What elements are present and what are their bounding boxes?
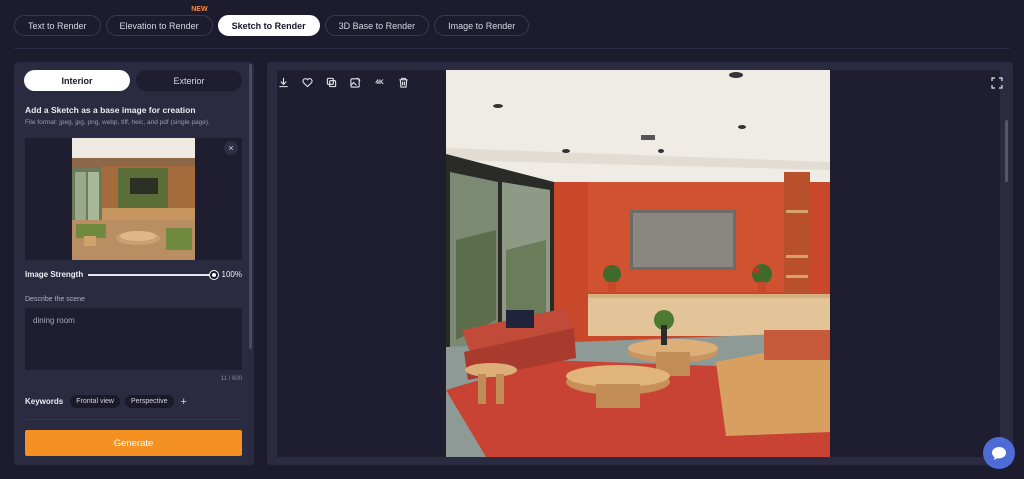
interior-button[interactable]: Interior (24, 70, 130, 91)
trash-icon[interactable] (397, 76, 410, 89)
tab-label: Elevation to Render (119, 20, 199, 31)
header-divider (14, 48, 1010, 49)
add-keyword-button[interactable]: + (181, 396, 187, 408)
preview-canvas (277, 70, 1000, 457)
keyword-chip[interactable]: Perspective (124, 395, 174, 408)
exterior-button[interactable]: Exterior (136, 70, 242, 91)
image-strength-slider[interactable] (88, 271, 218, 279)
character-counter: 11 / 600 (220, 376, 242, 382)
image-edit-icon[interactable] (349, 76, 362, 89)
file-format-hint: File format: jpeg, jpg, png, webp, tiff,… (25, 119, 210, 126)
tab-text-to-render[interactable]: Text to Render (14, 15, 101, 36)
image-strength-value: 100% (221, 270, 242, 279)
download-icon[interactable] (277, 76, 290, 89)
tab-label: Image to Render (448, 20, 516, 31)
tab-sketch-to-render[interactable]: Sketch to Render (217, 15, 320, 36)
chat-bubble-icon (992, 447, 1006, 460)
keyword-chip[interactable]: Frontal view (70, 395, 120, 408)
panel-divider (25, 419, 242, 420)
sketch-thumbnail (72, 138, 195, 260)
image-strength-label: Image Strength (25, 270, 84, 279)
tab-label: Sketch to Render (231, 20, 306, 31)
tab-3d-base-to-render[interactable]: 3D Base to Render (324, 15, 430, 36)
image-strength-control: Image Strength 100% (25, 269, 242, 281)
remove-image-button[interactable]: × (224, 141, 238, 155)
4k-icon[interactable]: 4K (373, 76, 386, 89)
tab-label: 3D Base to Render (338, 20, 416, 31)
keywords-row: Keywords Frontal view Perspective + (25, 395, 187, 408)
chat-support-button[interactable] (983, 437, 1015, 469)
image-toolbar: 4K (277, 76, 410, 89)
describe-label: Describe the scene (25, 296, 85, 303)
generate-button[interactable]: Generate (25, 430, 242, 456)
sketch-upload-area[interactable]: × (25, 138, 242, 260)
preview-scrollbar[interactable] (1005, 120, 1008, 182)
rendered-image (446, 70, 830, 457)
copy-icon[interactable] (325, 76, 338, 89)
tab-label: Text to Render (28, 20, 87, 31)
interior-exterior-toggle: Interior Exterior (24, 70, 242, 91)
panel-scrollbar[interactable] (249, 64, 252, 349)
settings-panel: Interior Exterior Add a Sketch as a base… (14, 62, 254, 465)
heart-icon[interactable] (301, 76, 314, 89)
tab-image-to-render[interactable]: Image to Render (434, 15, 530, 36)
tab-elevation-to-render[interactable]: Elevation to Render NEW (105, 6, 213, 36)
slider-handle[interactable] (210, 271, 218, 279)
mode-tabs: Text to Render Elevation to Render NEW S… (14, 6, 530, 36)
scene-description-input[interactable]: dining room (25, 308, 242, 370)
upload-title: Add a Sketch as a base image for creatio… (25, 105, 196, 115)
keywords-label: Keywords (25, 397, 64, 406)
new-badge: NEW (191, 6, 208, 13)
fullscreen-icon[interactable] (991, 76, 1003, 89)
preview-panel: 4K (267, 62, 1013, 465)
